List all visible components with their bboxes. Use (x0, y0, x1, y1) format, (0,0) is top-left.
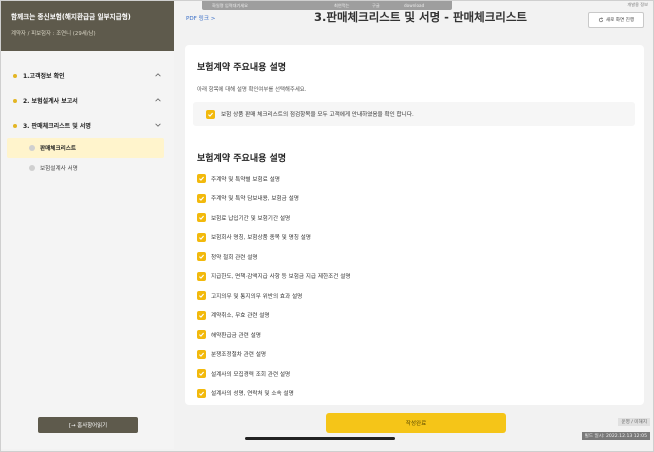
checkbox-checked-icon[interactable] (197, 291, 206, 301)
menu-item-planner-report[interactable]: 2. 보험설계사 보고서 (1, 88, 174, 113)
checkbox-checked-icon[interactable] (197, 252, 206, 262)
product-title: 함께크는 종신보험(해지환급금 일부지급형) (11, 13, 131, 21)
menu-item-label: 2. 보험설계사 보고서 (23, 98, 78, 105)
status-circle-icon (29, 165, 35, 171)
menu-item-checklist-signature[interactable]: 3. 판매체크리스트 및 서명 (1, 113, 174, 138)
env-tag: 운영 / 미해지 (618, 418, 650, 426)
checkbox-checked-icon[interactable] (197, 369, 206, 379)
checklist-item-label: 설계사의 모집경력 조회 관련 설명 (211, 371, 291, 378)
page-title: 3.판매체크리스트 및 서명 - 판매체크리스트 (314, 10, 528, 24)
new-screen-label: 새로 화면 진행 (605, 18, 635, 23)
section-title: 보험계약 주요내용 설명 (197, 63, 287, 73)
checklist-items: 주계약 및 특약별 보험료 설명 주계약 및 특약 담보내용, 보험금 설명 보… (197, 169, 351, 403)
checklist-card: 보험계약 주요내용 설명 아래 항목에 대해 설명 확인여부를 선택해주세요. … (185, 45, 644, 405)
menu-item-label: 1.고객정보 확인 (23, 73, 65, 80)
build-time-tag: 빌드 일시: 2022.12.13 12:05 (581, 432, 650, 440)
sidebar-bottom-button[interactable]: [→ 홈사항어읽기 (38, 417, 138, 433)
confirm-all-label: 보험 상품 판매 체크리스트의 점검항목을 모두 고객에게 안내하였음을 확인 … (221, 112, 414, 118)
chevron-down-icon[interactable] (154, 121, 162, 129)
checklist-item-label: 고지의무 및 통지의무 위반의 효과 설명 (211, 293, 303, 300)
sidebar-header: 함께크는 종신보험(해지환급금 일부지급형) 계약자 / 피보험자 : 조연니 … (1, 1, 174, 51)
bullet-icon (13, 73, 17, 78)
top-bar: PDF 링크 > 화일명 입력대기세요 최연먹는 구글 download 3.판… (174, 1, 652, 35)
checklist-item[interactable]: 해약환급금 관련 설명 (197, 325, 351, 345)
refresh-icon (598, 17, 603, 23)
corner-tag: 개발용 정보 (627, 2, 648, 7)
section-description: 아래 항목에 대해 설명 확인여부를 선택해주세요. (197, 87, 307, 93)
submenu-item-checklist[interactable]: 판매체크리스트 (7, 138, 164, 158)
menu-item-label: 3. 판매체크리스트 및 서명 (23, 123, 91, 130)
overlay-filename[interactable]: 화일명 입력대기세요 (212, 3, 248, 9)
checkbox-checked-icon[interactable] (197, 349, 206, 359)
chevron-up-icon[interactable] (154, 96, 162, 104)
checkbox-checked-icon[interactable] (197, 271, 206, 281)
new-screen-button[interactable]: 새로 화면 진행 (588, 12, 644, 28)
bullet-icon (13, 123, 17, 128)
status-circle-icon (29, 145, 35, 151)
checkbox-checked-icon[interactable] (197, 310, 206, 320)
checklist-item[interactable]: 분쟁조정절차 관련 설명 (197, 345, 351, 365)
checklist-item-label: 해약환급금 관련 설명 (211, 332, 261, 339)
overlay-download[interactable]: download (404, 3, 424, 8)
checklist-item[interactable]: 보험료 납입기간 및 보험기간 설명 (197, 208, 351, 228)
checklist-item-label: 계약취소, 무효 관련 설명 (211, 313, 270, 320)
checklist-item-label: 청약 철회 관련 설명 (211, 254, 258, 261)
section-title: 보험계약 주요내용 설명 (197, 154, 287, 164)
confirm-all-row[interactable]: 보험 상품 판매 체크리스트의 점검항목을 모두 고객에게 안내하였음을 확인 … (193, 102, 635, 126)
checklist-item[interactable]: 설계사의 모집경력 조회 관련 설명 (197, 364, 351, 384)
checkbox-checked-icon[interactable] (197, 174, 206, 184)
checklist-item[interactable]: 보험회사 명칭, 보험상품 종목 및 명칭 설명 (197, 228, 351, 248)
checkbox-checked-icon[interactable] (206, 109, 215, 119)
checklist-item-label: 지급한도, 면책·감액지급 사항 등 보험금 지급 제한조건 설명 (211, 274, 351, 281)
checklist-item-label: 보험료 납입기간 및 보험기간 설명 (211, 215, 291, 222)
checklist-item-label: 주계약 및 특약 담보내용, 보험금 설명 (211, 196, 299, 203)
bullet-icon (13, 98, 17, 103)
home-indicator[interactable] (245, 437, 395, 440)
overlay-item[interactable]: 구글 (372, 3, 380, 9)
sidebar: 함께크는 종신보험(해지환급금 일부지급형) 계약자 / 피보험자 : 조연니 … (1, 1, 174, 449)
checklist-item-label: 주계약 및 특약별 보험료 설명 (211, 176, 280, 183)
checklist-item[interactable]: 주계약 및 특약별 보험료 설명 (197, 169, 351, 189)
checkbox-checked-icon[interactable] (197, 330, 206, 340)
pdf-link[interactable]: PDF 링크 > (186, 14, 215, 22)
menu-item-customer-info[interactable]: 1.고객정보 확인 (1, 63, 174, 88)
checkbox-checked-icon[interactable] (197, 232, 206, 242)
checklist-item-label: 보험회사 명칭, 보험상품 종목 및 명칭 설명 (211, 235, 311, 242)
checklist-item-label: 설계사의 성명, 연락처 및 소속 설명 (211, 391, 294, 398)
checklist-item[interactable]: 계약취소, 무효 관련 설명 (197, 306, 351, 326)
submenu-item-label: 판매체크리스트 (40, 146, 77, 152)
submenu-item-signature[interactable]: 보험설계사 서명 (7, 158, 164, 178)
submenu-item-label: 보험설계사 서명 (40, 166, 78, 172)
overlay-item[interactable]: 최연먹는 (334, 3, 349, 9)
checklist-item[interactable]: 설계사의 성명, 연락처 및 소속 설명 (197, 384, 351, 404)
chevron-up-icon[interactable] (154, 71, 162, 79)
checkbox-checked-icon[interactable] (197, 213, 206, 223)
checklist-item[interactable]: 청약 철회 관련 설명 (197, 247, 351, 267)
checkbox-checked-icon[interactable] (197, 388, 206, 398)
checklist-item[interactable]: 지급한도, 면책·감액지급 사항 등 보험금 지급 제한조건 설명 (197, 267, 351, 287)
customer-info: 계약자 / 피보험자 : 조연니 (29세/남) (11, 31, 96, 37)
checklist-item[interactable]: 고지의무 및 통지의무 위반의 효과 설명 (197, 286, 351, 306)
complete-button[interactable]: 작성완료 (326, 413, 506, 433)
checklist-item-label: 분쟁조정절차 관련 설명 (211, 352, 267, 359)
checklist-item[interactable]: 주계약 및 특약 담보내용, 보험금 설명 (197, 189, 351, 209)
checkbox-checked-icon[interactable] (197, 193, 206, 203)
sidebar-menu: 1.고객정보 확인 2. 보험설계사 보고서 3. 판매체크리스트 및 서명 판… (1, 51, 174, 178)
